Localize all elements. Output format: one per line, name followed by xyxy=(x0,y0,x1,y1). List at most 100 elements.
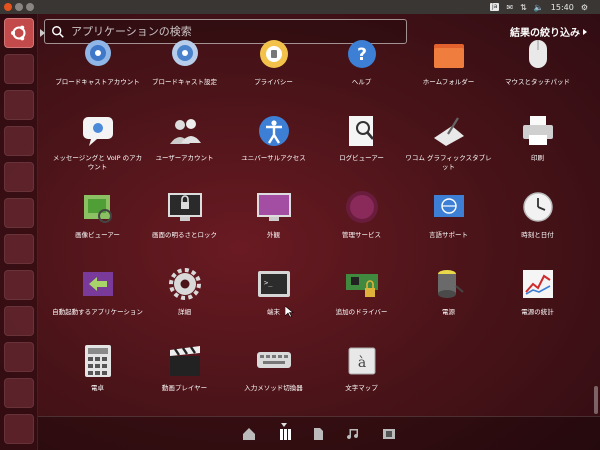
messaging-icon xyxy=(79,112,117,150)
app-item[interactable]: 時刻と日付 xyxy=(490,189,585,240)
app-item[interactable]: 言語サポート xyxy=(401,189,496,240)
app-label: ユニバーサルアクセス xyxy=(241,154,306,162)
volume-icon[interactable]: 🔈 xyxy=(534,3,544,12)
app-item[interactable]: >_ 端末 xyxy=(226,266,321,317)
scrollbar[interactable] xyxy=(594,386,598,414)
music-lens-icon[interactable] xyxy=(346,427,360,441)
app-label: 端末 xyxy=(267,308,280,316)
app-label: ワコム グラフィックスタブレット xyxy=(405,154,492,171)
app-label: 文字マップ xyxy=(345,384,378,392)
app-item[interactable]: 画面の明るさとロック xyxy=(137,189,232,240)
svg-text:?: ? xyxy=(357,45,367,65)
app-item[interactable]: プライバシー xyxy=(226,36,321,87)
app-item[interactable]: 外観 xyxy=(226,189,321,240)
app-item[interactable]: メッセージングと VoIP のアカウント xyxy=(50,112,145,172)
management-service-icon xyxy=(343,189,381,227)
launcher-item-settings[interactable] xyxy=(4,306,34,336)
launcher-item-calc[interactable] xyxy=(4,162,34,192)
app-item[interactable]: 動画プレイヤー xyxy=(137,342,232,393)
network-icon[interactable]: ⇅ xyxy=(520,3,527,12)
window-controls xyxy=(0,3,34,11)
mouse-cursor-icon xyxy=(285,306,294,318)
svg-text:à: à xyxy=(357,354,365,371)
users-icon xyxy=(166,112,204,150)
session-gear-icon[interactable]: ⚙ xyxy=(581,3,588,12)
app-label: ホームフォルダー xyxy=(422,78,475,86)
launcher-item-software-center[interactable] xyxy=(4,234,34,264)
close-window-icon[interactable] xyxy=(4,3,12,11)
files-lens-icon[interactable] xyxy=(311,427,325,441)
app-label: プライバシー xyxy=(254,78,293,86)
clock-icon xyxy=(519,189,557,227)
image-viewer-icon xyxy=(79,189,117,227)
app-label: 時刻と日付 xyxy=(521,231,554,239)
app-label: 電源の統計 xyxy=(521,308,554,316)
maximize-window-icon[interactable] xyxy=(26,3,34,11)
launcher xyxy=(0,14,38,450)
ubuntu-logo-icon xyxy=(11,25,26,41)
help-icon: ? xyxy=(343,36,381,74)
top-panel: ja ✉ ⇅ 🔈 15:40 ⚙ xyxy=(0,0,600,14)
app-label: 入力メソッド切換器 xyxy=(244,384,303,392)
app-item[interactable]: ブロードキャストアカウント xyxy=(50,36,145,87)
app-item[interactable]: 印刷 xyxy=(490,112,585,163)
app-label: ヘルプ xyxy=(351,78,372,86)
app-label: 管理サービス xyxy=(342,231,381,239)
input-method-icon xyxy=(255,342,293,380)
app-item[interactable]: 電源 xyxy=(401,266,496,317)
minimize-window-icon[interactable] xyxy=(15,3,23,11)
launcher-item-impress[interactable] xyxy=(4,198,34,228)
dash-home-button[interactable] xyxy=(4,18,34,48)
calculator-icon xyxy=(79,342,117,380)
app-item[interactable]: 入力メソッド切換器 xyxy=(226,342,321,393)
app-item[interactable]: ワコム グラフィックスタブレット xyxy=(401,112,496,172)
app-label: 外観 xyxy=(267,231,280,239)
clock[interactable]: 15:40 xyxy=(551,3,574,12)
app-item[interactable]: ブロードキャスト設定 xyxy=(137,36,232,87)
app-item[interactable]: ? ヘルプ xyxy=(314,36,409,87)
launcher-item-files[interactable] xyxy=(4,54,34,84)
log-viewer-icon xyxy=(343,112,381,150)
app-item[interactable]: ログビューアー xyxy=(314,112,409,163)
app-item[interactable]: マウスとタッチパッド xyxy=(490,36,585,87)
broadcast-settings-icon xyxy=(166,36,204,74)
active-lens-indicator xyxy=(281,423,287,427)
broadcast-accounts-icon xyxy=(79,36,117,74)
app-label: ログビューアー xyxy=(339,154,384,162)
home-folder-icon xyxy=(430,36,468,74)
app-item[interactable]: ホームフォルダー xyxy=(401,36,496,87)
app-label: 動画プレイヤー xyxy=(161,384,208,392)
app-item[interactable]: 追加のドライバー xyxy=(314,266,409,317)
app-item[interactable]: 画像ビューアー xyxy=(50,189,145,240)
launcher-item-browser[interactable] xyxy=(4,90,34,120)
app-item[interactable]: ユーザーアカウント xyxy=(137,112,232,163)
launcher-item-trash[interactable] xyxy=(4,414,34,444)
app-label: 電卓 xyxy=(91,384,104,392)
video-lens-icon[interactable] xyxy=(382,427,396,441)
video-player-icon xyxy=(166,342,204,380)
home-lens-icon[interactable] xyxy=(242,427,256,441)
app-item[interactable]: 自動起動するアプリケーション xyxy=(50,266,145,317)
indicator-area: ja ✉ ⇅ 🔈 15:40 ⚙ xyxy=(490,3,600,12)
app-item[interactable]: 電源の統計 xyxy=(490,266,585,317)
keyboard-indicator[interactable]: ja xyxy=(490,3,500,11)
applications-lens-icon[interactable] xyxy=(278,427,292,441)
app-label: 印刷 xyxy=(531,154,544,162)
app-item[interactable]: ユニバーサルアクセス xyxy=(226,112,321,163)
mouse-icon xyxy=(519,36,557,74)
app-item[interactable]: 詳細 xyxy=(137,266,232,317)
language-support-icon xyxy=(430,189,468,227)
app-label: 追加のドライバー xyxy=(335,308,388,316)
launcher-item-writer[interactable] xyxy=(4,126,34,156)
app-item[interactable]: 電卓 xyxy=(50,342,145,393)
launcher-item-workspaces[interactable] xyxy=(4,378,34,408)
launcher-item-terminal[interactable] xyxy=(4,342,34,372)
app-item[interactable]: 管理サービス xyxy=(314,189,409,240)
app-label: 画像ビューアー xyxy=(75,231,120,239)
launcher-item-ubuntu-one[interactable] xyxy=(4,270,34,300)
power-statistics-icon xyxy=(519,266,557,304)
app-item[interactable]: à 文字マップ xyxy=(314,342,409,393)
startup-apps-icon xyxy=(79,266,117,304)
app-label: ブロードキャスト設定 xyxy=(152,78,217,86)
mail-icon[interactable]: ✉ xyxy=(506,3,513,12)
